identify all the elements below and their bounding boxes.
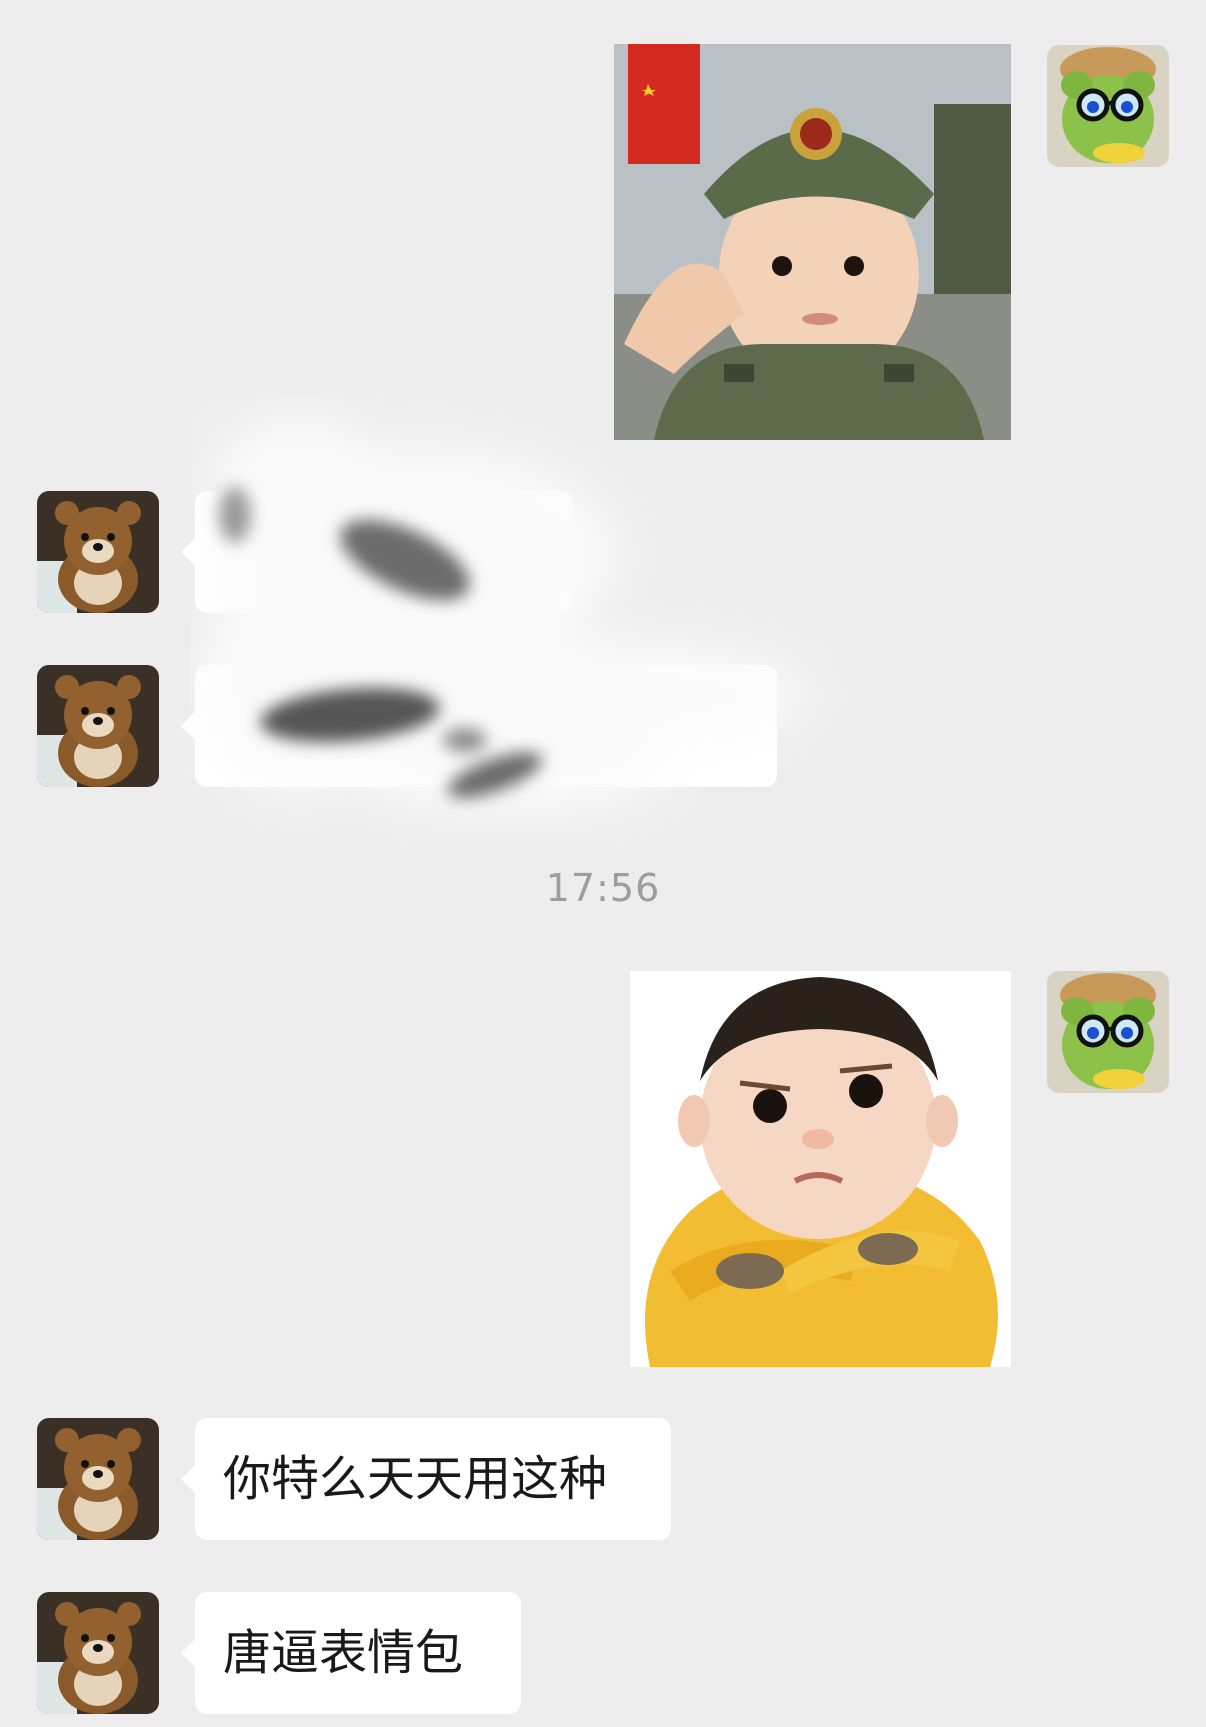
grumpy-baby-arms-crossed-sticker-icon — [630, 971, 1011, 1367]
brown-bear-plush-icon — [37, 491, 159, 613]
redaction-smudge — [190, 395, 850, 845]
contact-avatar[interactable] — [37, 491, 159, 613]
chat-timestamp: 17:56 — [545, 866, 661, 910]
self-avatar[interactable] — [1047, 971, 1169, 1093]
contact-avatar[interactable] — [37, 1418, 159, 1540]
message-bubble[interactable]: 唐逼表情包 — [181, 1592, 521, 1714]
self-avatar[interactable] — [1047, 45, 1169, 167]
chat-window: 17:56 你特么天天用这种 唐逼表情包 — [0, 0, 1206, 1727]
saluting-soldier-baby-sticker-icon — [614, 44, 1011, 440]
message-bubble[interactable]: 你特么天天用这种 — [181, 1418, 671, 1540]
message-text: 你特么天天用这种 — [223, 1451, 608, 1507]
message-text: 唐逼表情包 — [223, 1625, 464, 1681]
contact-avatar[interactable] — [37, 1592, 159, 1714]
green-plush-with-glasses-icon — [1047, 971, 1169, 1093]
sticker-message[interactable] — [614, 44, 1011, 440]
brown-bear-plush-icon — [37, 1418, 159, 1540]
green-plush-with-glasses-icon — [1047, 45, 1169, 167]
brown-bear-plush-icon — [37, 665, 159, 787]
sticker-message[interactable] — [630, 971, 1011, 1367]
brown-bear-plush-icon — [37, 1592, 159, 1714]
contact-avatar[interactable] — [37, 665, 159, 787]
